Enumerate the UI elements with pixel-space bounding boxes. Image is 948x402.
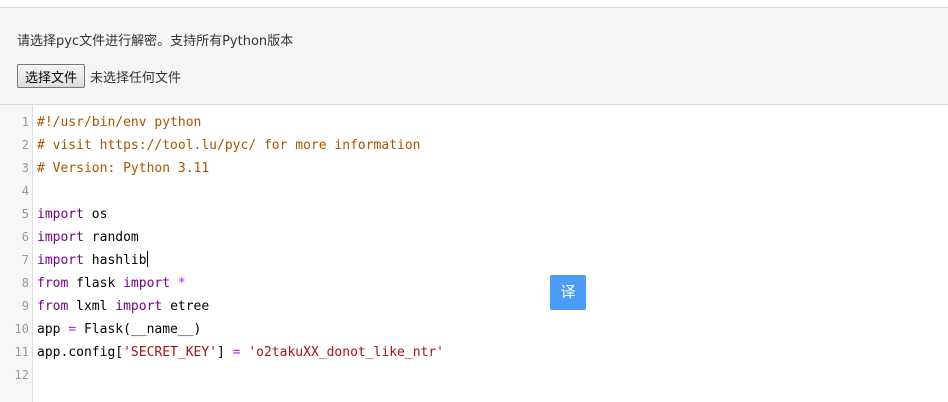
code-token-plain: Flask(__name__): [76, 322, 202, 337]
code-token-comment: # visit https://tool.lu/pyc/ for more in…: [37, 138, 421, 153]
code-token-keyword: import: [115, 299, 163, 314]
code-token-plain: app: [37, 322, 69, 337]
code-line[interactable]: 8 from flask import *: [0, 272, 948, 295]
code-line[interactable]: 3 # Version: Python 3.11: [0, 157, 948, 180]
code-text[interactable]: import random: [37, 226, 139, 249]
code-token-plain: app.config[: [37, 345, 124, 360]
code-token-plain: ]: [217, 345, 233, 360]
text-cursor: [146, 251, 148, 267]
code-line[interactable]: 10 app = Flask(__name__): [0, 318, 948, 341]
code-line[interactable]: 5 import os: [0, 203, 948, 226]
code-line[interactable]: 4: [0, 180, 948, 203]
code-text[interactable]: import os: [37, 203, 107, 226]
code-token-keyword: from: [37, 276, 69, 291]
code-token-operator: =: [232, 345, 241, 360]
code-text[interactable]: app = Flask(__name__): [37, 318, 201, 341]
code-token-plain: hashlib: [83, 253, 147, 268]
code-token-plain: flask: [68, 276, 124, 291]
code-line[interactable]: 9 from lxml import etree: [0, 295, 948, 318]
upload-panel: 请选择pyc文件进行解密。支持所有Python版本 选择文件 未选择任何文件: [0, 7, 948, 105]
code-token-keyword: import: [37, 230, 84, 245]
code-text[interactable]: app.config['SECRET_KEY'] = 'o2takuXX_don…: [37, 341, 444, 364]
code-token-string: 'o2takuXX_donot_like_ntr': [248, 345, 444, 360]
file-picker-row: 选择文件 未选择任何文件: [17, 64, 181, 88]
code-token-plain: etree: [162, 299, 210, 314]
code-line[interactable]: 7 import hashlib: [0, 249, 948, 272]
code-token-comment: # Version: Python 3.11: [37, 161, 210, 176]
code-token-keyword: import: [37, 253, 84, 268]
code-text[interactable]: # Version: Python 3.11: [37, 157, 209, 180]
code-token-plain: lxml: [68, 299, 116, 314]
line-number: 1: [21, 115, 29, 129]
code-token-plain: os: [83, 207, 108, 222]
translate-button[interactable]: 译: [550, 275, 586, 310]
code-text[interactable]: from flask import *: [37, 272, 186, 295]
code-token-string: 'SECRET_KEY': [123, 345, 218, 360]
line-number: 6: [21, 230, 29, 244]
code-token-comment: #!/usr/bin/env python: [37, 115, 202, 130]
line-number: 7: [21, 253, 29, 267]
line-number: 12: [14, 368, 29, 382]
code-token-operator: *: [177, 276, 186, 291]
line-number: 8: [21, 276, 29, 290]
line-number: 10: [14, 322, 29, 336]
code-text[interactable]: from lxml import etree: [37, 295, 209, 318]
choose-file-button[interactable]: 选择文件: [17, 64, 86, 88]
pyc-decompiler-page: 请选择pyc文件进行解密。支持所有Python版本 选择文件 未选择任何文件 1…: [0, 0, 948, 402]
code-line[interactable]: 6 import random: [0, 226, 948, 249]
code-line[interactable]: 11 app.config['SECRET_KEY'] = 'o2takuXX_d…: [0, 341, 948, 364]
code-lines[interactable]: 1 #!/usr/bin/env python 2 # visit https://t…: [0, 111, 948, 387]
line-number: 11: [14, 345, 29, 359]
code-line[interactable]: 1 #!/usr/bin/env python: [0, 111, 948, 134]
upload-instruction: 请选择pyc文件进行解密。支持所有Python版本: [17, 34, 294, 49]
code-line[interactable]: 12: [0, 364, 948, 387]
code-text[interactable]: import hashlib: [37, 249, 148, 272]
file-status-text: 未选择任何文件: [90, 70, 182, 86]
code-token-keyword: from: [37, 299, 69, 314]
code-token-keyword: import: [123, 276, 171, 291]
line-number: 3: [21, 161, 29, 175]
code-text[interactable]: # visit https://tool.lu/pyc/ for more in…: [37, 134, 421, 157]
code-token-keyword: import: [37, 207, 84, 222]
code-editor[interactable]: 1 #!/usr/bin/env python 2 # visit https://t…: [0, 105, 948, 402]
code-token-operator: =: [68, 322, 77, 337]
line-number: 5: [21, 207, 29, 221]
code-text[interactable]: #!/usr/bin/env python: [37, 111, 201, 134]
code-token-plain: random: [83, 230, 139, 245]
line-number: 9: [21, 299, 29, 313]
code-line[interactable]: 2 # visit https://tool.lu/pyc/ for more i…: [0, 134, 948, 157]
line-number: 2: [21, 138, 29, 152]
line-number: 4: [21, 184, 29, 198]
